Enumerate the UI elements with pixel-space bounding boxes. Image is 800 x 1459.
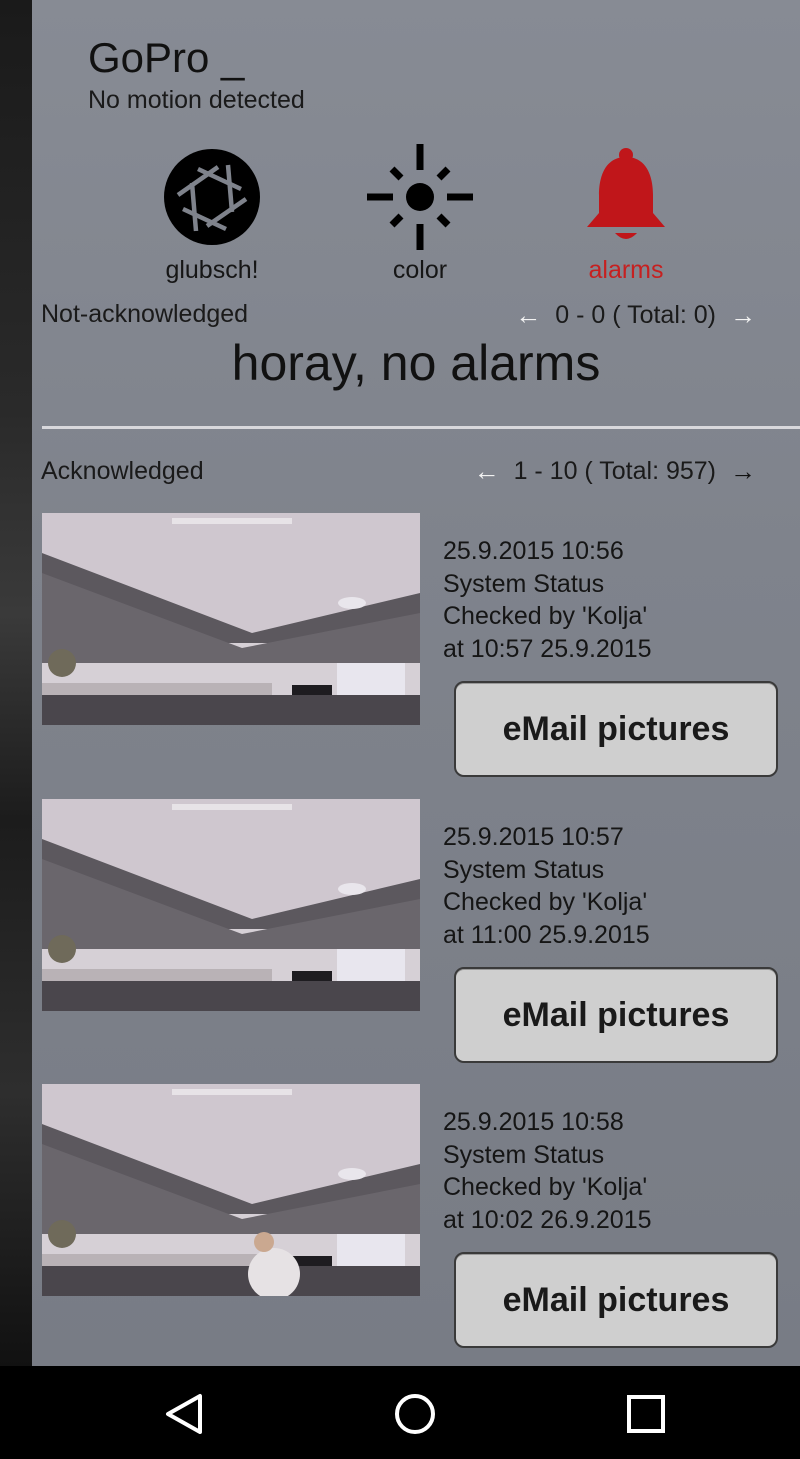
empty-alarms-message: horay, no alarms — [231, 335, 601, 391]
color-label: color — [392, 256, 448, 284]
event-checked-by: Checked by 'Kolja' — [443, 602, 648, 630]
event-item: 25.9.2015 10:58 System Status Checked by… — [42, 1084, 792, 1348]
back-icon[interactable] — [162, 1392, 206, 1436]
email-pictures-button[interactable]: eMail pictures — [454, 681, 778, 777]
event-item: 25.9.2015 10:56 System Status Checked by… — [42, 513, 792, 777]
event-details: 25.9.2015 10:57 System Status Checked by… — [443, 821, 650, 951]
event-type: System Status — [443, 1140, 605, 1169]
next-arrow-icon[interactable]: → — [730, 300, 756, 331]
bell-icon — [546, 142, 706, 252]
next-arrow-icon[interactable]: → — [730, 456, 756, 487]
not-acknowledged-label: Not-acknowledged — [41, 300, 249, 328]
event-item: 25.9.2015 10:57 System Status Checked by… — [42, 799, 792, 1063]
not-acknowledged-pager: ← 0 - 0 ( Total: 0) → — [515, 300, 756, 331]
event-checked-by: Checked by 'Kolja' — [443, 1173, 648, 1201]
glubsch-button[interactable]: glubsch! — [132, 142, 292, 285]
motion-status: No motion detected — [88, 86, 305, 114]
email-pictures-button[interactable]: eMail pictures — [454, 1252, 778, 1348]
event-checked-at: at 10:02 26.9.2015 — [443, 1205, 652, 1234]
system-navigation-bar — [0, 1366, 800, 1459]
background-city-strip — [0, 0, 32, 1366]
acknowledged-pager: ← 1 - 10 ( Total: 957) → — [474, 456, 756, 487]
event-type: System Status — [443, 569, 605, 598]
glubsch-label: glubsch! — [165, 256, 259, 284]
camera-aperture-icon — [132, 142, 292, 252]
event-thumbnail[interactable] — [42, 799, 420, 1011]
section-divider — [42, 426, 800, 429]
app-screen: GoPro _ No motion detected glubsch! colo… — [32, 0, 800, 1366]
email-pictures-button[interactable]: eMail pictures — [454, 967, 778, 1063]
event-datetime: 25.9.2015 10:57 — [443, 823, 624, 851]
event-thumbnail[interactable] — [42, 1084, 420, 1296]
event-datetime: 25.9.2015 10:58 — [443, 1108, 624, 1136]
color-button[interactable]: color — [340, 142, 500, 285]
pager-range: 0 - 0 ( Total: 0) — [555, 301, 716, 329]
prev-arrow-icon[interactable]: ← — [515, 300, 541, 331]
alarms-label: alarms — [588, 256, 664, 284]
event-details: 25.9.2015 10:58 System Status Checked by… — [443, 1106, 652, 1236]
home-icon[interactable] — [393, 1392, 437, 1436]
prev-arrow-icon[interactable]: ← — [474, 456, 500, 487]
event-checked-by: Checked by 'Kolja' — [443, 888, 648, 916]
event-type: System Status — [443, 855, 605, 884]
pager-range: 1 - 10 ( Total: 957) — [513, 457, 716, 485]
event-details: 25.9.2015 10:56 System Status Checked by… — [443, 535, 652, 665]
event-checked-at: at 11:00 25.9.2015 — [443, 920, 650, 949]
alarms-button[interactable]: alarms — [546, 142, 706, 285]
recent-apps-icon[interactable] — [624, 1392, 668, 1436]
brightness-icon — [340, 142, 500, 252]
event-thumbnail[interactable] — [42, 513, 420, 725]
acknowledged-label: Acknowledged — [41, 457, 204, 485]
event-checked-at: at 10:57 25.9.2015 — [443, 634, 652, 663]
device-title: GoPro _ — [88, 34, 245, 81]
event-datetime: 25.9.2015 10:56 — [443, 537, 624, 565]
